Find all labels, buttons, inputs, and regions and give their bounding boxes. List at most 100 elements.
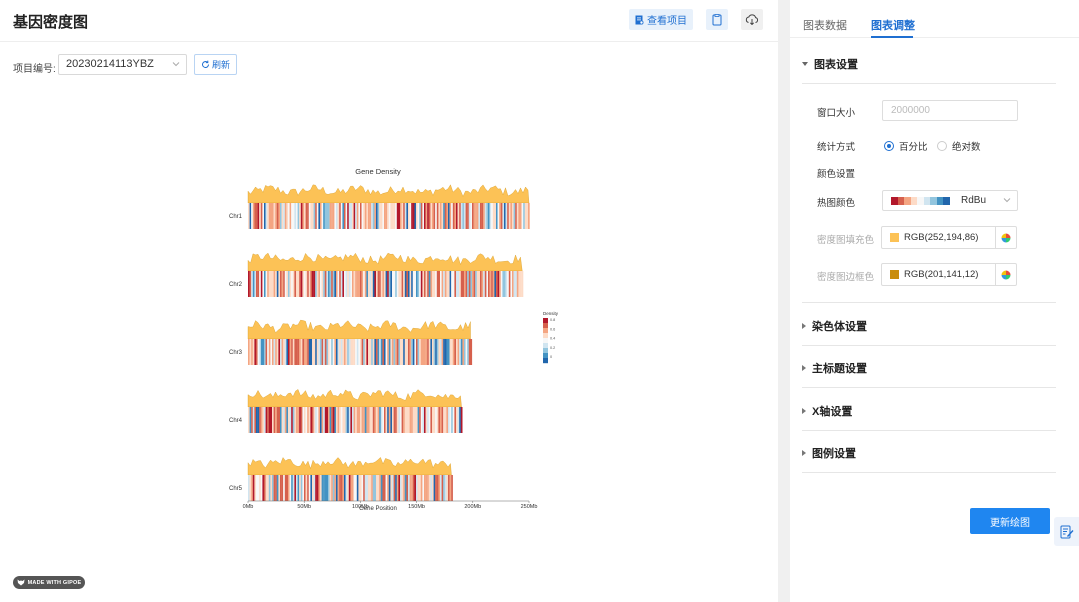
update-plot-button[interactable]: 更新绘图 [970,508,1050,534]
heatmap-cell [323,271,325,297]
heatmap-cell [387,339,389,365]
heatmap-cell [428,271,431,297]
heatmap-cell [395,475,397,501]
heatmap-cell [344,203,346,229]
x-tick-label: 50Mb [297,504,311,510]
project-select[interactable]: 20230214113YBZ [58,54,187,75]
heatmap-cell [406,407,409,433]
heatmap-cell [326,203,329,229]
active-tab-indicator [871,36,913,38]
heatmap-cell [272,339,274,365]
heatmap-cell [388,203,391,229]
heatmap-cell [416,407,418,433]
heatmap-cell [512,271,514,297]
tab-chart-adjust[interactable]: 图表调整 [871,17,915,33]
download-button[interactable] [741,9,763,30]
heatmap-cell [304,475,306,501]
heatmap-cell [265,271,268,297]
heatmap-cell [342,407,345,433]
heatmap-cell [331,203,333,229]
heatmap-cell [267,271,269,297]
heatmap-cell [465,203,468,229]
heatmap-cell [278,203,281,229]
heatmap-cell [324,475,327,501]
legend-settings-header[interactable]: 图例设置 [802,445,1056,461]
heatmap-cell [316,407,319,433]
heatmap-cell [352,203,354,229]
heatmap-cell [504,203,506,229]
heatmap-cell [393,271,396,297]
chart-settings-header[interactable]: 图表设置 [802,56,1056,72]
heatmap-cell [432,407,434,433]
heatmap-cell [457,203,460,229]
heatmap-cell [403,203,405,229]
radio-absolute[interactable]: 绝对数 [937,139,981,153]
heatmap-cell [416,475,418,501]
heatmap-cell [368,271,370,297]
heatmap-palette-select[interactable]: RdBu [882,190,1018,211]
heatmap-cell [470,203,473,229]
cloud-download-icon [745,14,759,25]
heatmap-cell [299,407,301,433]
section-title: 染色体设置 [812,321,867,333]
view-project-button[interactable]: 查看项目 [629,9,693,30]
heatmap-cell [254,475,257,501]
heatmap-cell [510,203,513,229]
heatmap-cell [324,339,327,365]
tab-chart-data[interactable]: 图表数据 [803,17,847,33]
heatmap-cell [340,203,343,229]
heatmap-cell [446,271,449,297]
color-wheel-button[interactable] [995,264,1016,285]
heatmap-cell [380,407,383,433]
legend-title: Density [543,311,559,316]
heatmap-cell [294,271,297,297]
main-title-settings-header[interactable]: 主标题设置 [802,360,1056,376]
heatmap-cell [296,339,298,365]
heatmap-cell [312,203,314,229]
heatmap-cell [324,271,327,297]
refresh-button[interactable]: 刷新 [194,54,237,75]
heatmap-cell [408,271,410,297]
heatmap-cell [284,407,287,433]
color-wheel-button[interactable] [995,227,1016,248]
heatmap-cell [401,203,404,229]
heatmap-cell [328,407,330,433]
panel-divider [778,0,790,602]
density-border-color-picker[interactable]: RGB(201,141,12) [881,263,1017,286]
heatmap-cell [398,407,401,433]
feedback-button[interactable] [1054,517,1079,546]
heatmap-cell [435,203,437,229]
chromosome-label: Chr4 [229,418,243,424]
heatmap-cell [364,475,367,501]
density-fill-color-picker[interactable]: RGB(252,194,86) [881,226,1017,249]
window-size-input[interactable]: 2000000 [882,100,1018,121]
heatmap-cell [417,407,420,433]
heatmap-cell [384,271,386,297]
heatmap-cell [278,407,281,433]
heatmap-cell [459,339,461,365]
color-wheel-icon [1001,270,1011,279]
x-axis-settings-header[interactable]: X轴设置 [802,403,1056,419]
heatmap-cell [363,339,365,365]
heatmap-cell [412,339,415,365]
chromosome-settings-header[interactable]: 染色体设置 [802,318,1056,334]
heatmap-cell [417,271,420,297]
heatmap-cell [289,203,292,229]
heatmap-cell [339,407,341,433]
heatmap-cell [336,407,338,433]
radio-percentage[interactable]: 百分比 [884,139,928,153]
heatmap-cell [300,271,303,297]
heatmap-cell [433,339,436,365]
density-fill-swatch [890,233,899,242]
copy-button[interactable] [706,9,728,30]
heatmap-cell [342,271,345,297]
heatmap-cell [363,475,365,501]
heatmap-cell [377,407,380,433]
heatmap-cell [275,339,277,365]
heatmap-cell [363,271,365,297]
heatmap-cell [465,271,468,297]
heatmap-cell [374,475,377,501]
heatmap-cell [323,407,325,433]
heatmap-cell [360,407,362,433]
heatmap-cell [408,203,410,229]
